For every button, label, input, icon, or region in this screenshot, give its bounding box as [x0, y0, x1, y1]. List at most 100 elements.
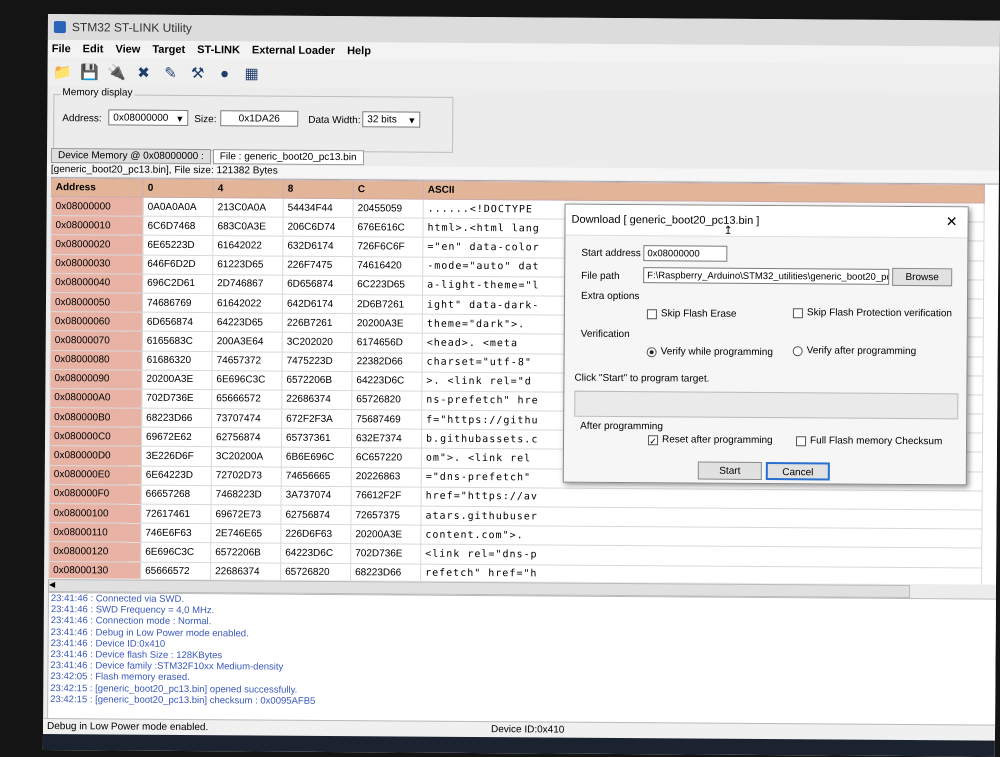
hex-cell: 72657375: [350, 505, 422, 526]
download-dialog: Download [ generic_boot20_pc13.bin ] ✕ S…: [562, 203, 969, 486]
hex-cell: 6C223D65: [352, 275, 423, 296]
hex-cell: 3C202020: [282, 332, 353, 353]
hex-cell: 226B7261: [282, 313, 353, 333]
size-input[interactable]: 0x1DA26: [220, 110, 299, 127]
verify-while-radio[interactable]: [646, 347, 657, 358]
data-width-combo[interactable]: 32 bits ▼: [362, 111, 421, 128]
hex-cell: 726F6C6F: [352, 237, 423, 257]
menu-file[interactable]: File: [52, 43, 71, 55]
hex-cell: 65726820: [280, 562, 351, 583]
hex-cell: 2E746E65: [210, 523, 281, 544]
menu-help[interactable]: Help: [347, 45, 371, 57]
full-checksum-label: Full Flash memory Checksum: [810, 435, 943, 448]
verify-while-label: Verify while programming: [660, 346, 773, 359]
hex-cell: 72617461: [140, 504, 212, 524]
hex-cell: 72702D73: [211, 466, 282, 486]
hex-cell: 6D656874: [282, 274, 353, 295]
erase-icon[interactable]: ✎: [160, 62, 182, 84]
hex-cell: 226D6F63: [280, 524, 351, 545]
hex-cell: 676E616C: [352, 217, 424, 238]
address-cell: 0x08000040: [50, 273, 143, 294]
address-cell: 0x08000120: [48, 541, 141, 562]
reset-after-checkbox[interactable]: ✓: [648, 435, 659, 446]
hex-cell: 7468223D: [211, 485, 282, 506]
chevron-down-icon: ▼: [407, 115, 417, 126]
address-cell: 0x08000080: [50, 350, 143, 370]
connect-icon[interactable]: 🔌: [106, 61, 128, 83]
start-address-input[interactable]: 0x08000000: [643, 245, 728, 262]
hex-cell: 3C20200A: [211, 447, 282, 467]
hex-cell: 61223D65: [212, 255, 283, 275]
hex-cell: 646F6D2D: [142, 254, 213, 275]
cancel-button[interactable]: Cancel: [765, 462, 830, 481]
hex-cell: 65737361: [281, 428, 352, 449]
file-path-label: File path: [581, 270, 620, 282]
open-file-icon[interactable]: 📁: [52, 61, 74, 83]
hex-cell: 20200A3E: [141, 369, 213, 390]
hex-cell: 22686374: [281, 390, 352, 410]
hex-cell: 68223D66: [141, 408, 212, 428]
skip-flash-protection-checkbox[interactable]: [792, 308, 803, 319]
save-icon[interactable]: 💾: [79, 61, 101, 83]
address-cell: 0x08000050: [50, 292, 143, 313]
menu-target[interactable]: Target: [152, 44, 185, 56]
hex-cell: 22382D66: [352, 352, 423, 372]
disconnect-icon[interactable]: ✖: [133, 62, 155, 84]
hex-cell: 64223D65: [212, 312, 283, 333]
address-cell: 0x080000E0: [49, 465, 142, 485]
tab-file[interactable]: File : generic_boot20_pc13.bin: [212, 148, 364, 165]
hex-cell: 6B6E696C: [281, 447, 352, 468]
address-cell: 0x08000130: [48, 561, 141, 581]
hex-cell: 74616420: [352, 256, 423, 276]
hex-cell: 746E6F63: [140, 523, 211, 544]
start-address-label: Start address: [581, 247, 641, 260]
address-cell: 0x080000B0: [49, 407, 142, 428]
hex-cell: 7475223D: [282, 351, 353, 372]
file-path-input[interactable]: F:\Raspberry_Arduino\STM32_utilities\gen…: [643, 267, 890, 285]
menu-stlink[interactable]: ST-LINK: [197, 44, 240, 56]
skip-flash-erase-checkbox[interactable]: [646, 309, 657, 320]
start-button[interactable]: Start: [697, 461, 762, 480]
menu-edit[interactable]: Edit: [83, 43, 104, 55]
hex-cell: 213C0A0A: [213, 197, 284, 218]
menu-external-loader[interactable]: External Loader: [252, 44, 335, 57]
after-programming-label: After programming: [580, 420, 663, 433]
program-icon[interactable]: ⚒: [187, 62, 209, 84]
hex-cell: 74657372: [212, 351, 283, 371]
full-checksum-checkbox[interactable]: [796, 436, 807, 447]
hex-cell: 65666572: [140, 561, 211, 582]
hex-cell: 6E65223D: [142, 235, 213, 256]
hex-cell: 69672E62: [141, 427, 212, 448]
status-left: Debug in Low Power mode enabled.: [46, 721, 209, 734]
compare-icon[interactable]: ▦: [241, 62, 263, 84]
log-panel: 23:41:46 : Connected via SWD. 23:41:46 : …: [47, 592, 998, 729]
hex-cell: 632E7374: [351, 428, 422, 449]
menu-view[interactable]: View: [115, 43, 140, 55]
verify-after-radio[interactable]: [792, 346, 803, 357]
address-cell: 0x080000A0: [49, 388, 142, 409]
memory-display-group: Memory display Address: 0x08000000 ▼ Siz…: [53, 87, 454, 153]
hex-cell: 69672E73: [210, 504, 282, 525]
address-cell: 0x080000F0: [49, 484, 142, 505]
close-icon[interactable]: ✕: [946, 213, 958, 230]
hex-cell: 2D746867: [212, 274, 283, 295]
address-cell: 0x08000030: [50, 254, 143, 274]
progress-bar: [574, 390, 959, 420]
tab-device-memory[interactable]: Device Memory @ 0x08000000 :: [50, 147, 211, 164]
swv-icon[interactable]: ●: [214, 62, 236, 84]
status-device-id: Device ID:0x410: [490, 724, 565, 736]
hex-cell: 3E226D6F: [141, 446, 212, 467]
hex-cell: 2D6B7261: [352, 294, 423, 315]
address-cell: 0x08000010: [50, 215, 144, 236]
mouse-cursor-icon: ↥: [723, 224, 733, 237]
memory-tabs: Device Memory @ 0x08000000 : File : gene…: [50, 146, 366, 166]
data-width-label: Data Width:: [308, 114, 361, 127]
toolbar: 📁 💾 🔌 ✖ ✎ ⚒ ● ▦: [47, 57, 1000, 93]
hex-cell: 66657268: [141, 484, 212, 505]
col-address: Address: [51, 178, 144, 198]
hex-cell: 54434F44: [283, 198, 354, 218]
address-combo[interactable]: 0x08000000 ▼: [108, 109, 189, 126]
browse-button[interactable]: Browse: [892, 267, 953, 287]
hex-cell: 672F2F3A: [281, 409, 352, 429]
hex-cell: 68223D66: [350, 563, 421, 583]
